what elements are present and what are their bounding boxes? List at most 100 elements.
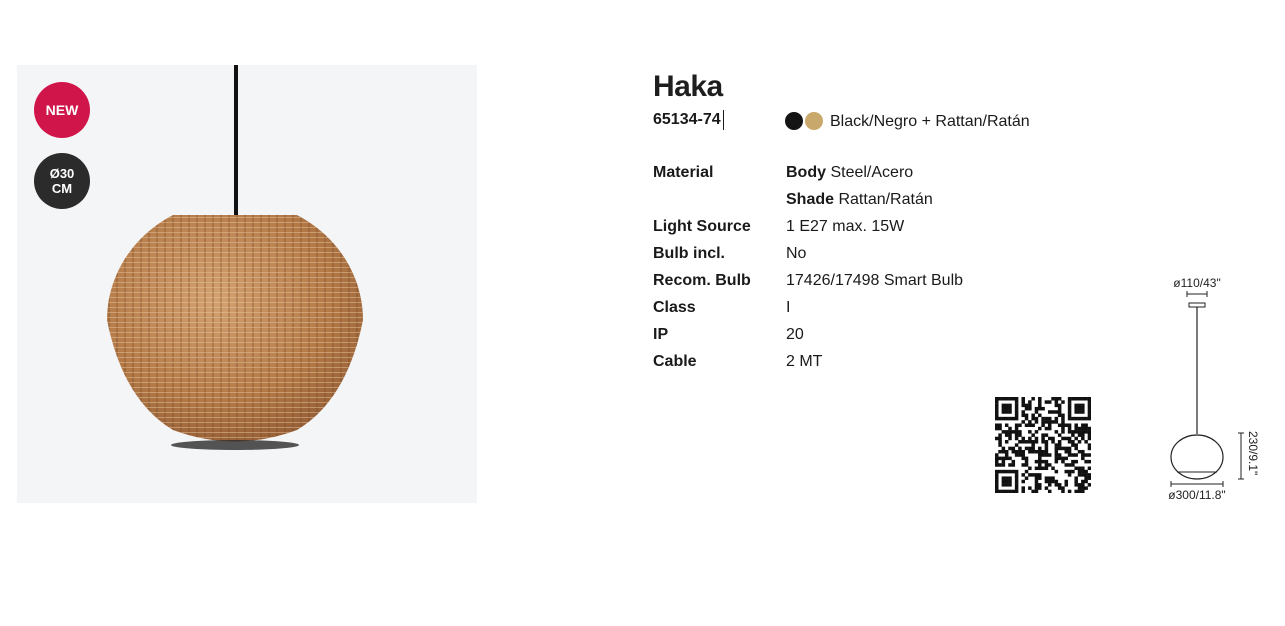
qr-module — [1087, 430, 1091, 434]
qr-module — [1087, 416, 1091, 421]
qr-module — [1064, 479, 1069, 484]
qr-module — [1054, 453, 1059, 457]
qr-module — [1001, 456, 1006, 461]
qr-module — [1084, 453, 1088, 457]
qr-module — [1044, 479, 1049, 484]
spec-label: Light Source — [653, 218, 751, 235]
qr-module — [1057, 403, 1062, 408]
qr-module — [1087, 476, 1091, 480]
qr-module — [995, 410, 999, 414]
qr-module — [995, 406, 999, 411]
qr-module — [1047, 479, 1052, 484]
qr-module — [1014, 403, 1019, 408]
qr-module — [1024, 416, 1029, 421]
qr-module — [1084, 479, 1088, 484]
qr-module — [1001, 459, 1006, 464]
qr-module — [1014, 489, 1019, 493]
qr-module — [1041, 416, 1045, 421]
qr-module — [1047, 423, 1052, 427]
qr-module — [1071, 469, 1075, 474]
qr-module — [1038, 473, 1042, 477]
qr-module — [1014, 486, 1019, 490]
qr-module — [1054, 430, 1059, 434]
qr-module — [995, 463, 999, 467]
qr-module — [1028, 466, 1032, 471]
qr-module — [1087, 410, 1091, 414]
qr-module — [1084, 440, 1088, 444]
qr-module — [1031, 413, 1035, 418]
spec-value-body: Body Steel/Acero — [786, 163, 913, 183]
qr-module — [1087, 413, 1091, 418]
qr-module — [1004, 449, 1009, 454]
qr-module — [1057, 443, 1062, 447]
qr-module — [1084, 426, 1088, 431]
qr-module — [1077, 430, 1082, 434]
qr-module — [1028, 436, 1032, 441]
qr-module — [1044, 459, 1049, 464]
qr-module — [995, 453, 999, 457]
qr-module — [1008, 430, 1012, 434]
qr-module — [1084, 476, 1088, 480]
qr-module — [1051, 410, 1055, 414]
qr-module — [1061, 413, 1065, 418]
qr-module — [1038, 459, 1042, 464]
qr-module — [1004, 489, 1009, 493]
qr-module — [1044, 440, 1049, 444]
qr-module — [1054, 397, 1059, 401]
qr-module — [995, 456, 999, 461]
qr-code[interactable] — [995, 397, 1091, 493]
qr-module — [1038, 476, 1042, 480]
qr-module — [1074, 483, 1078, 487]
qr-module — [1018, 453, 1022, 457]
product-title: Haka — [653, 70, 723, 103]
qr-module — [998, 436, 1002, 441]
product-reference: 65134-74 — [653, 110, 724, 130]
qr-module — [1047, 453, 1052, 457]
qr-module — [1054, 449, 1059, 454]
qr-module — [1054, 410, 1059, 414]
qr-module — [1074, 406, 1078, 411]
qr-module — [1047, 416, 1052, 421]
qr-module — [1034, 410, 1039, 414]
qr-module — [1067, 423, 1072, 427]
qr-module — [1067, 440, 1072, 444]
qr-module — [1014, 423, 1019, 427]
qr-module — [998, 423, 1002, 427]
qr-module — [1024, 440, 1029, 444]
qr-module — [1067, 436, 1072, 441]
spec-label: Material — [653, 164, 714, 181]
qr-module — [998, 469, 1002, 474]
qr-module — [1014, 483, 1019, 487]
qr-module — [1031, 423, 1035, 427]
qr-module — [1008, 426, 1012, 431]
qr-module — [1014, 449, 1019, 454]
qr-module — [1064, 483, 1069, 487]
qr-module — [998, 440, 1002, 444]
qr-module — [1021, 410, 1025, 414]
qr-module — [1011, 459, 1016, 464]
qr-module — [1047, 463, 1052, 467]
qr-module — [1028, 406, 1032, 411]
qr-module — [995, 423, 999, 427]
canopy-dimension-label: ø110/43" — [1173, 276, 1220, 290]
qr-module — [1061, 420, 1065, 424]
qr-module — [995, 486, 999, 490]
qr-module — [1014, 453, 1019, 457]
qr-module — [1028, 473, 1032, 477]
qr-module — [1067, 406, 1072, 411]
qr-module — [1067, 403, 1072, 408]
qr-module — [1071, 459, 1075, 464]
black-swatch — [785, 112, 803, 130]
qr-module — [1064, 423, 1069, 427]
qr-module — [1057, 446, 1062, 451]
qr-module — [995, 476, 999, 480]
qr-module — [1047, 420, 1052, 424]
qr-module — [1024, 413, 1029, 418]
qr-module — [1081, 433, 1085, 437]
qr-module — [1061, 436, 1065, 441]
qr-module — [1038, 483, 1042, 487]
qr-module — [1011, 397, 1016, 401]
qr-module — [1034, 489, 1039, 493]
qr-module — [1044, 433, 1049, 437]
qr-module — [1057, 483, 1062, 487]
